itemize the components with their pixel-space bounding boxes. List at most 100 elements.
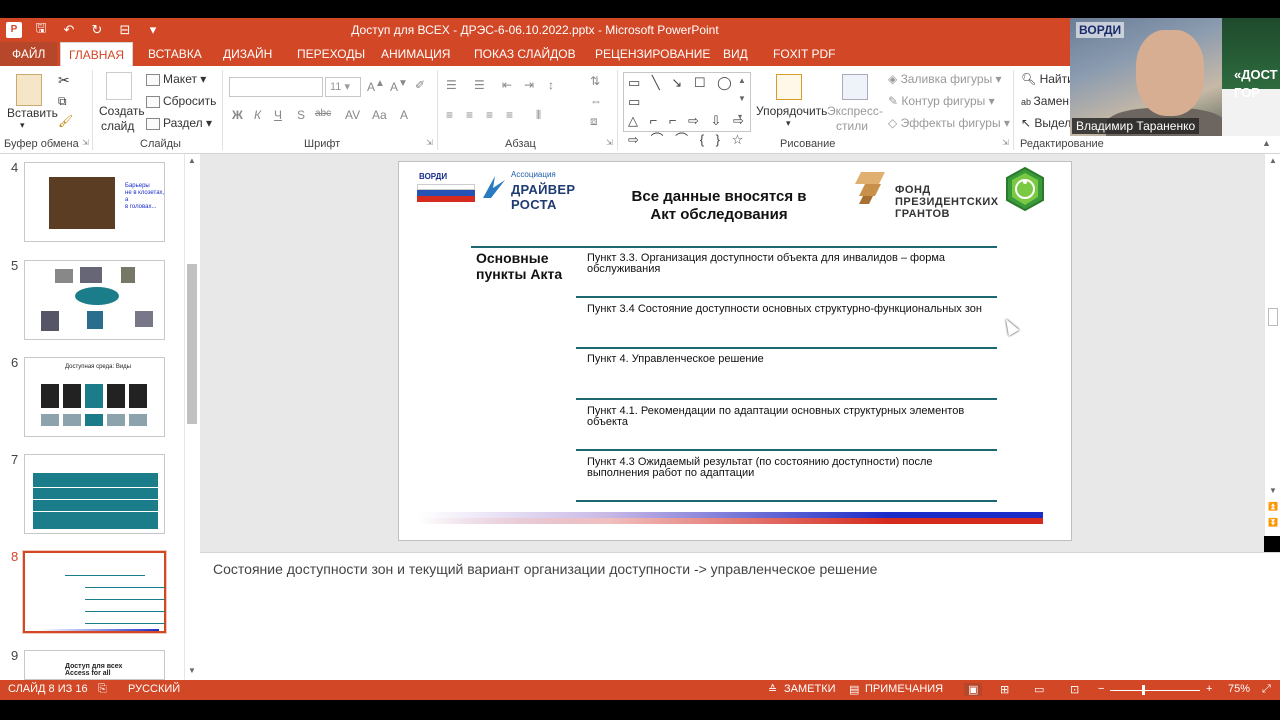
slide-title[interactable]: Все данные вносятся в Акт обследования [609, 188, 829, 224]
scroll-up-icon[interactable]: ▲ [1268, 156, 1278, 165]
slide-scrollbar[interactable]: ▲ ▼ ⏫ ⏬ [1264, 154, 1280, 536]
tab-review[interactable]: РЕЦЕНЗИРОВАНИЕ [587, 42, 718, 66]
arrange-button[interactable]: Упорядочить [756, 104, 827, 118]
comments-button[interactable]: ПРИМЕЧАНИЯ [865, 683, 943, 695]
notes-toggle-icon[interactable]: ≙ [768, 683, 777, 696]
smartart-icon[interactable]: ⧈ [590, 114, 598, 129]
increase-indent-icon[interactable]: ⇥ [524, 78, 534, 92]
quick-styles-icon[interactable] [842, 74, 868, 100]
paragraph-launcher-icon[interactable]: ⇲ [606, 138, 613, 147]
zoom-out-icon[interactable]: − [1098, 683, 1104, 695]
new-slide-button-line2[interactable]: слайд [101, 119, 134, 133]
slide-thumbnail[interactable] [24, 454, 165, 534]
shape-effects-button[interactable]: ◇ Эффекты фигуры ▾ [888, 116, 1010, 130]
justify-icon[interactable]: ≡ [506, 108, 513, 122]
shapes-scroll-down-icon[interactable]: ▼ [738, 94, 746, 103]
shapes-row[interactable]: △ ⌐ ⌐ ⇨ ⇩ ⇨ [628, 111, 750, 130]
align-text-icon[interactable]: ⇔ [590, 94, 602, 108]
quick-styles-button[interactable]: Экспресс- [827, 104, 883, 118]
notes-toggle-button[interactable]: ЗАМЕТКИ [784, 683, 836, 695]
decrease-indent-icon[interactable]: ⇤ [502, 78, 512, 92]
thumbnail-scrollbar[interactable]: ▲ ▼ [184, 154, 199, 680]
format-painter-icon[interactable]: 🖌 [58, 114, 73, 128]
act-item-3-3[interactable]: Пункт 3.3. Организация доступности объек… [587, 253, 1007, 275]
language-indicator[interactable]: РУССКИЙ [128, 683, 180, 695]
slide-thumbnail[interactable] [24, 260, 165, 340]
slide-thumbnail-selected[interactable] [23, 551, 166, 633]
act-item-4-3[interactable]: Пункт 4.3 Ожидаемый результат (по состоя… [587, 457, 1007, 479]
bold-button[interactable]: Ж [232, 108, 243, 122]
align-right-icon[interactable]: ≡ [486, 108, 493, 122]
arrange-icon[interactable] [776, 74, 802, 100]
speaker-notes-text[interactable]: Состояние доступности зон и текущий вари… [213, 561, 877, 577]
underline-button[interactable]: Ч [274, 108, 282, 122]
shapes-gallery[interactable]: ▭ ╲ ↘ ☐ ◯ ▭ △ ⌐ ⌐ ⇨ ⇩ ⇨ ⇨ ⌒ ⌒ { } ☆ [623, 72, 751, 147]
tab-file[interactable]: ФАЙЛ [0, 42, 58, 66]
tab-foxit-pdf[interactable]: FOXIT PDF [765, 42, 843, 66]
shadow-button[interactable]: S [297, 108, 305, 122]
zoom-level[interactable]: 75% [1228, 683, 1250, 695]
scroll-up-icon[interactable]: ▲ [187, 156, 197, 165]
font-size-combo[interactable]: 11 ▾ [325, 77, 361, 97]
clipboard-launcher-icon[interactable]: ⇲ [82, 138, 89, 147]
tab-insert[interactable]: ВСТАВКА [140, 42, 210, 66]
next-slide-icon[interactable]: ⏬ [1268, 518, 1278, 527]
tab-transitions[interactable]: ПЕРЕХОДЫ [289, 42, 373, 66]
section-button[interactable]: Раздел ▾ [146, 116, 212, 130]
slideshow-view-icon[interactable]: ⊡ [1070, 683, 1079, 696]
numbering-icon[interactable]: ☰ [474, 78, 485, 92]
act-item-4[interactable]: Пункт 4. Управленческое решение [587, 354, 1007, 365]
find-button[interactable]: 🔍︎ Найти [1021, 72, 1074, 86]
scroll-down-icon[interactable]: ▼ [187, 666, 197, 675]
bullets-icon[interactable]: ☰ [446, 78, 457, 92]
select-button[interactable]: ↖ Выдел [1021, 116, 1071, 130]
collapse-ribbon-icon[interactable]: ▲ [1262, 138, 1271, 148]
italic-button[interactable]: К [254, 108, 261, 122]
tab-slideshow[interactable]: ПОКАЗ СЛАЙДОВ [466, 42, 584, 66]
slide-scroll-thumb[interactable] [1268, 308, 1278, 326]
text-direction-icon[interactable]: ⇅ [590, 74, 600, 88]
line-spacing-icon[interactable]: ↕ [548, 78, 554, 92]
spellcheck-icon[interactable]: ⎘ [98, 683, 107, 696]
copy-icon[interactable]: ⧉ [58, 94, 67, 109]
quick-styles-button-line2[interactable]: стили [836, 119, 868, 133]
tab-home[interactable]: ГЛАВНАЯ [60, 42, 134, 66]
strikethrough-button[interactable]: abc [315, 108, 331, 119]
act-item-3-4[interactable]: Пункт 3.4 Состояние доступности основных… [587, 304, 1007, 315]
font-name-combo[interactable] [229, 77, 323, 97]
zoom-in-icon[interactable]: + [1206, 683, 1212, 695]
slide-thumbnail[interactable]: Барьеры не в клозетах, а в головах... [24, 162, 165, 242]
paste-dropdown-icon[interactable]: ▾ [20, 120, 25, 131]
slide-sorter-icon[interactable]: ⊞ [1000, 683, 1009, 696]
shapes-more-icon[interactable]: ▾ [738, 112, 742, 121]
font-launcher-icon[interactable]: ⇲ [426, 138, 433, 147]
shapes-scroll-up-icon[interactable]: ▲ [738, 76, 746, 85]
layout-button[interactable]: Макет ▾ [146, 72, 206, 86]
shrink-font-icon[interactable]: A▼ [390, 78, 408, 94]
cut-icon[interactable]: ✂ [58, 72, 70, 89]
arrange-dropdown-icon[interactable]: ▾ [786, 118, 791, 129]
act-main-points-label[interactable]: Основные пункты Акта [476, 250, 562, 282]
font-color-icon[interactable]: A [400, 108, 408, 122]
current-slide[interactable]: ВОРДИ Ассоциация ДРАЙВЕР РОСТА Все данны… [398, 161, 1072, 541]
thumbnail-scroll-thumb[interactable] [187, 264, 197, 424]
replace-button[interactable]: ab Замен [1021, 94, 1069, 108]
drawing-launcher-icon[interactable]: ⇲ [1002, 138, 1009, 147]
change-case-icon[interactable]: Aa [372, 108, 387, 122]
previous-slide-icon[interactable]: ⏫ [1268, 502, 1278, 511]
shapes-row[interactable]: ⇨ ⌒ ⌒ { } ☆ [628, 130, 750, 149]
normal-view-icon[interactable]: ▣ [964, 683, 983, 696]
reading-view-icon[interactable]: ▭ [1034, 683, 1044, 696]
paste-icon[interactable] [16, 74, 42, 106]
zoom-slider-track[interactable] [1110, 690, 1200, 691]
zoom-slider-thumb[interactable] [1142, 685, 1145, 695]
slide-thumbnail-pane[interactable]: 4 Барьеры не в клозетах, а в головах... … [0, 154, 200, 680]
fit-slide-icon[interactable]: ⤢ [1262, 683, 1271, 696]
clear-format-icon[interactable]: ✐ [415, 78, 425, 92]
comments-icon[interactable]: ▤ [849, 683, 859, 696]
reset-button[interactable]: Сбросить [146, 94, 216, 108]
char-spacing-icon[interactable]: AV [345, 108, 360, 122]
tab-design[interactable]: ДИЗАЙН [215, 42, 280, 66]
shape-fill-button[interactable]: ◈ Заливка фигуры ▾ [888, 72, 1002, 86]
align-center-icon[interactable]: ≡ [466, 108, 473, 122]
